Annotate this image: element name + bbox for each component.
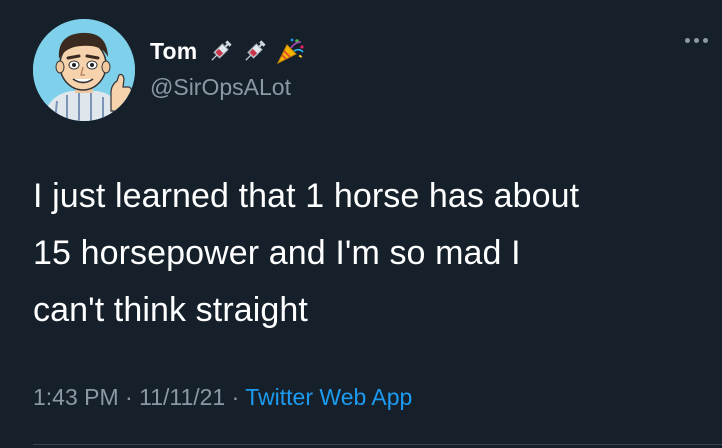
tweet-text-line: can't think straight: [33, 291, 308, 329]
cartoon-man-thumbs-up-avatar-icon: [33, 19, 135, 121]
more-dot: [685, 38, 690, 43]
tweet-meta: 1:43 PM · 11/11/21 · Twitter Web App: [33, 384, 412, 411]
tweet-date[interactable]: 11/11/21: [139, 384, 225, 410]
syringe-icon: [245, 40, 267, 61]
display-name[interactable]: Tom: [150, 38, 197, 65]
avatar[interactable]: [33, 19, 135, 121]
meta-separator: ·: [125, 384, 133, 410]
user-handle[interactable]: @SirOpsALot: [150, 74, 291, 101]
syringe-icon: [211, 40, 233, 61]
tweet-text: I just learned that 1 horse has about 15…: [33, 168, 713, 339]
party-popper-icon: [277, 38, 305, 65]
tweet-source-link[interactable]: Twitter Web App: [245, 384, 412, 410]
more-dot: [694, 38, 699, 43]
tweet-card: Tom @SirOpsALot I just learned that 1 ho…: [0, 0, 722, 448]
more-horizontal-icon[interactable]: [685, 38, 708, 43]
tweet-text-line: I just learned that 1 horse has about: [33, 177, 580, 215]
name-row: Tom: [150, 34, 305, 68]
tweet-text-line: 15 horsepower and I'm so mad I: [33, 234, 521, 272]
name-emojis: [207, 36, 305, 66]
tweet-time[interactable]: 1:43 PM: [33, 384, 119, 410]
meta-separator: ·: [231, 384, 240, 410]
more-dot: [703, 38, 708, 43]
divider: [33, 444, 722, 445]
